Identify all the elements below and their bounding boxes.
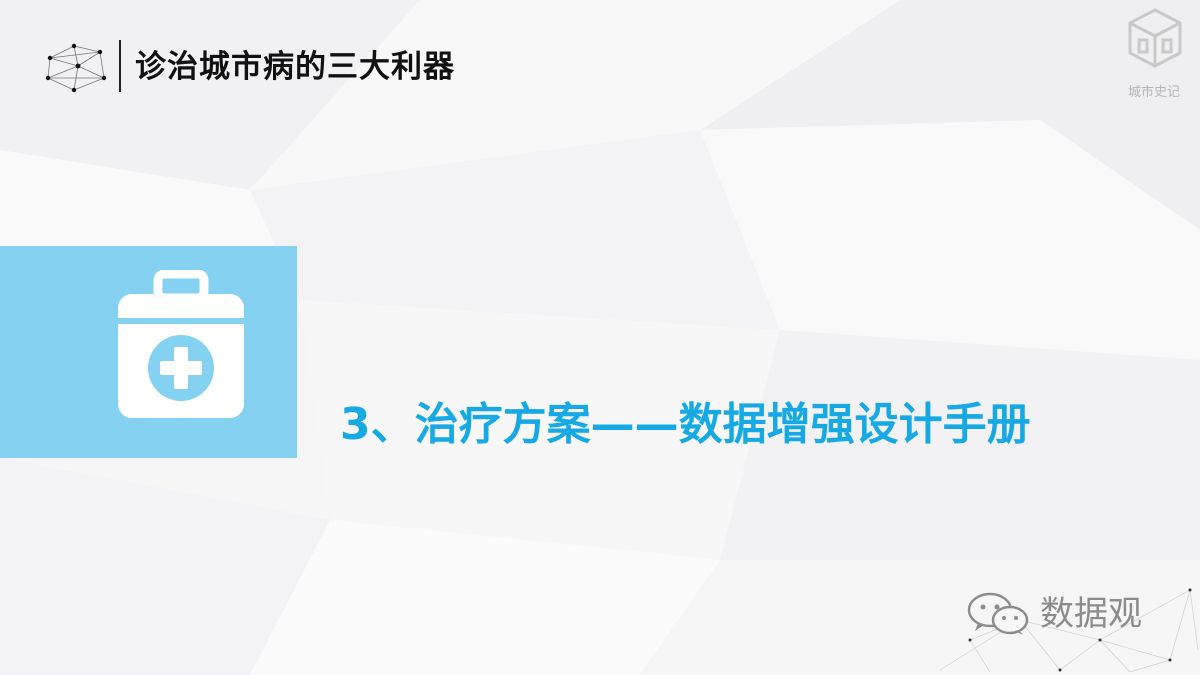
brand-name: 城市史记 <box>1127 85 1180 100</box>
slide-title: 诊治城市病的三大利器 <box>135 49 455 85</box>
header-divider <box>119 40 121 92</box>
medical-kit-icon <box>118 270 244 418</box>
wechat-icon <box>967 592 1029 635</box>
watermark: 数据观 <box>966 592 1166 636</box>
section-heading: 3、治疗方案——数据增强设计手册 <box>340 399 1031 450</box>
network-logo-icon <box>45 43 107 93</box>
watermark-text: 数据观 <box>1040 594 1142 634</box>
slide: 诊治城市病的三大利器 城市史记 3、治疗方案——数据增强设计手册 数据观 <box>0 0 1200 675</box>
brand-logo: 城市史记 <box>1118 6 1190 102</box>
cube-logo-icon <box>1128 8 1182 68</box>
